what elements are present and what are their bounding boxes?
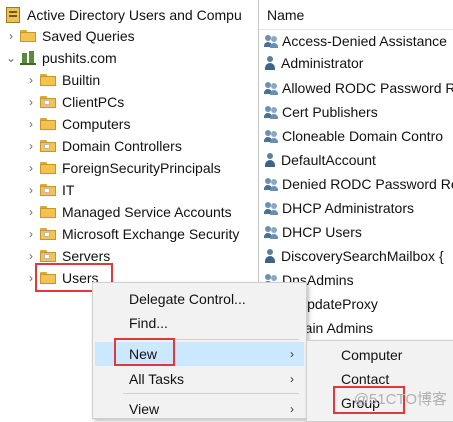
tree-item-microsoft-exchange-security[interactable]: › Microsoft Exchange Security <box>24 223 239 245</box>
tree-item-label: Microsoft Exchange Security <box>62 226 240 242</box>
list-item[interactable]: UpdateProxy <box>297 293 378 315</box>
tree-item-label: Domain Controllers <box>62 138 182 154</box>
list-item-label: Allowed RODC Password R <box>282 80 453 96</box>
chevron-right-icon: › <box>290 347 294 361</box>
chevron-right-icon: › <box>290 402 294 416</box>
tree-item-builtin[interactable]: › Builtin <box>24 69 100 91</box>
tree-item-it[interactable]: › IT <box>24 179 74 201</box>
tree-item-domain[interactable]: ⌄ pushits.com <box>4 47 117 69</box>
list-item[interactable]: DefaultAccount <box>263 149 376 171</box>
chevron-right-icon[interactable]: › <box>24 73 38 87</box>
list-item[interactable]: DHCP Users <box>263 221 362 243</box>
tree-item-label: Servers <box>62 248 111 264</box>
tree-item-saved-queries[interactable]: › Saved Queries <box>4 25 135 47</box>
domain-icon <box>20 51 36 65</box>
chevron-right-icon: › <box>290 372 294 386</box>
list-item[interactable]: Access-Denied Assistance <box>263 30 447 52</box>
tree-item-label: Computers <box>62 116 131 132</box>
chevron-right-icon[interactable]: › <box>4 29 18 43</box>
list-item[interactable]: Allowed RODC Password R <box>263 77 453 99</box>
aduc-console-icon <box>6 7 20 23</box>
list-item-label: DHCP Users <box>282 224 362 240</box>
group-icon <box>263 177 279 191</box>
group-icon <box>263 34 279 48</box>
group-icon <box>263 225 279 239</box>
folder-icon <box>40 74 56 86</box>
menu-item-find[interactable]: Find... <box>129 311 168 335</box>
menu-item-computer[interactable]: Computer <box>341 343 402 367</box>
menu-separator <box>123 393 299 394</box>
new-highlight-box <box>114 338 175 366</box>
list-item-label: UpdateProxy <box>297 296 378 312</box>
tree-item-computers[interactable]: › Computers <box>24 113 130 135</box>
tree-root-label: Active Directory Users and Compu <box>27 7 242 23</box>
tree-item-label: Saved Queries <box>42 28 135 44</box>
user-icon <box>263 56 277 70</box>
tree-item-foreign-security-principals[interactable]: › ForeignSecurityPrincipals <box>24 157 221 179</box>
tree-item-clientpcs[interactable]: › ClientPCs <box>24 91 124 113</box>
menu-item-label: View <box>129 401 160 417</box>
group-icon <box>263 105 279 119</box>
menu-item-delegate-control[interactable]: Delegate Control... <box>129 287 246 311</box>
menu-item-label: Find... <box>129 315 168 331</box>
list-item[interactable]: Cloneable Domain Contro <box>263 125 443 147</box>
group-icon <box>263 81 279 95</box>
menu-item-label: Delegate Control... <box>129 291 246 307</box>
ou-folder-icon <box>40 184 56 196</box>
list-item-label: DHCP Administrators <box>282 200 415 216</box>
folder-icon <box>20 30 36 42</box>
list-item-label: Cloneable Domain Contro <box>282 128 444 144</box>
chevron-right-icon[interactable]: › <box>24 117 38 131</box>
chevron-right-icon[interactable]: › <box>24 139 38 153</box>
list-item[interactable]: DHCP Administrators <box>263 197 414 219</box>
menu-item-label: Computer <box>341 347 403 363</box>
menu-item-label: Contact <box>341 371 390 387</box>
ou-folder-icon <box>40 250 56 262</box>
list-item-label: Cert Publishers <box>282 104 378 120</box>
chevron-right-icon[interactable]: › <box>24 227 38 241</box>
ou-folder-icon <box>40 140 56 152</box>
tree-item-label: Builtin <box>62 72 101 88</box>
group-icon <box>263 201 279 215</box>
list-item-label: Denied RODC Password Re <box>282 176 453 192</box>
watermark: @51CTO博客 <box>353 391 447 408</box>
chevron-right-icon[interactable]: › <box>24 249 38 263</box>
tree-item-label: ForeignSecurityPrincipals <box>62 160 221 176</box>
list-item[interactable]: Denied RODC Password Re <box>263 173 453 195</box>
tree-item-managed-service-accounts[interactable]: › Managed Service Accounts <box>24 201 232 223</box>
menu-item-label: All Tasks <box>129 371 184 387</box>
folder-icon <box>40 162 56 174</box>
user-icon <box>263 153 277 167</box>
tree-item-label: Managed Service Accounts <box>62 204 232 220</box>
user-icon <box>263 249 277 263</box>
list-item-label: DiscoverySearchMailbox { <box>281 248 444 264</box>
folder-icon <box>40 206 56 218</box>
list-item-label: Administrator <box>281 55 364 71</box>
list-item-label: Access-Denied Assistance <box>282 33 447 49</box>
tree-item-label: IT <box>62 182 75 198</box>
tree-item-domain-controllers[interactable]: › Domain Controllers <box>24 135 182 157</box>
chevron-right-icon[interactable]: › <box>24 161 38 175</box>
column-header-name[interactable]: Name <box>259 0 453 30</box>
list-item-label: DefaultAccount <box>281 152 376 168</box>
chevron-right-icon[interactable]: › <box>24 183 38 197</box>
ou-folder-icon <box>40 96 56 108</box>
menu-item-view[interactable]: View › <box>95 397 304 421</box>
list-item[interactable]: Administrator <box>263 52 363 74</box>
list-item[interactable]: Cert Publishers <box>263 101 378 123</box>
chevron-down-icon[interactable]: ⌄ <box>4 51 18 65</box>
ou-folder-icon <box>40 228 56 240</box>
tree-root[interactable]: Active Directory Users and Compu <box>0 4 242 26</box>
menu-item-all-tasks[interactable]: All Tasks › <box>95 367 304 391</box>
tree-item-label: pushits.com <box>42 50 117 66</box>
folder-icon <box>40 118 56 130</box>
chevron-right-icon[interactable]: › <box>24 205 38 219</box>
chevron-right-icon[interactable]: › <box>24 95 38 109</box>
list-item[interactable]: DiscoverySearchMailbox { <box>263 245 444 267</box>
tree-item-label: ClientPCs <box>62 94 125 110</box>
group-icon <box>263 129 279 143</box>
